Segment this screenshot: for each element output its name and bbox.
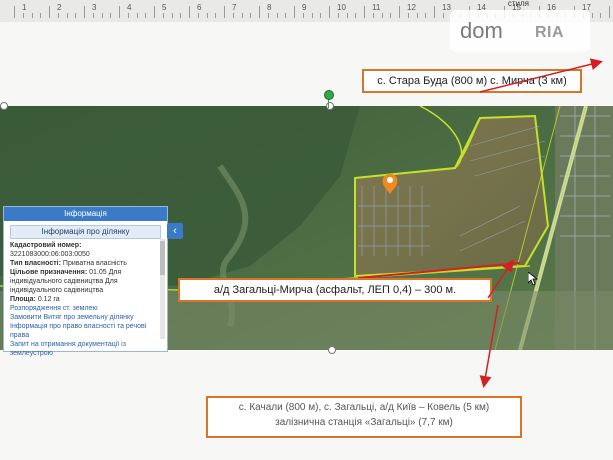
callout-bottom-line2: залізнична станція «Загальці» (7,7 км) [275,417,453,428]
ruler-tick [302,13,304,18]
ruler-tick [84,6,85,18]
purpose-label: Цільове призначення: [10,269,88,276]
resize-handle-top-left[interactable] [0,102,8,110]
ruler-tick [591,13,593,18]
ruler-number: 10 [337,3,346,12]
ruler-tick [57,13,59,18]
info-panel-subheader[interactable]: Інформація про ділянку [10,225,161,239]
ruler-tick [346,13,348,18]
ruler-tick [145,13,147,18]
resize-handle-bottom[interactable] [328,346,336,354]
ruler-tick [110,13,112,18]
ruler-tick [224,6,225,18]
ruler-tick [320,13,322,18]
ruler-tick [355,13,357,18]
callout-bottom-line1: с. Качали (800 м), с. Загальці, а/д Київ… [238,402,490,413]
ruler-tick [390,13,392,18]
ruler-tick [31,13,33,18]
ruler-tick [232,13,234,18]
ruler-tick [259,6,260,18]
ruler-tick [119,6,120,18]
ruler-tick [425,13,427,18]
chevron-left-icon[interactable]: ‹ [167,223,183,239]
ruler-tick [600,13,602,18]
ruler-tick [267,13,269,18]
panel-scrollbar-thumb[interactable] [160,241,165,275]
ruler-tick [127,13,129,18]
ruler-tick [276,13,278,18]
watermark-dom: dom [460,18,503,43]
ruler-tick [40,13,42,18]
parcel-info-panel: Інформація Інформація про ділянку Кадаст… [3,206,168,357]
ruler-tick [66,13,68,18]
ruler-number: 13 [442,3,451,12]
callout-bottom: с. Качали (800 м), с. Загальці, а/д Київ… [206,396,522,438]
ruler-tick [364,6,365,18]
info-panel-header: Інформація [4,207,167,221]
ruler-number: 11 [372,3,381,12]
area-label: Площа: [10,296,36,303]
ruler-tick [154,6,155,18]
cadastral-value: 3221083000:06:003:0050 [10,251,90,258]
watermark-logo: dom RIA [450,10,590,52]
ruler-tick [416,13,418,18]
ruler-tick [294,6,295,18]
ruler-tick [442,13,444,18]
ruler-number: 7 [232,3,237,12]
ruler-tick [399,6,400,18]
ownership-value: Приватна власність [62,260,127,267]
ruler-number: 2 [57,3,62,12]
ruler-tick [372,13,374,18]
ruler-tick [162,13,164,18]
ruler-tick [241,13,243,18]
disposal-link[interactable]: Розпорядження ст. землею [4,304,167,313]
ruler-tick [250,13,252,18]
ruler-number: 8 [267,3,272,12]
rotation-handle[interactable] [324,90,334,100]
ruler-tick [180,13,182,18]
ruler-number: 5 [162,3,167,12]
ruler-tick [49,6,50,18]
cadastral-label: Кадастровий номер: [10,242,82,249]
ruler-number: 3 [92,3,97,12]
ruler-tick [189,6,190,18]
ruler-number: 1 [22,3,27,12]
ruler-tick [14,6,15,18]
ruler-tick [329,6,330,18]
ruler-tick [285,13,287,18]
ruler-tick [337,13,339,18]
panel-scrollbar[interactable] [160,239,165,339]
ruler-tick [609,6,610,18]
ruler-tick [101,13,103,18]
ruler-tick [197,13,199,18]
ownership-label: Тип власності: [10,260,61,267]
callout-road: а/д Загальці-Мирча (асфальт, ЛЕП 0,4) – … [178,278,492,302]
ruler-tick [381,13,383,18]
ruler-tick [22,13,24,18]
ruler-tick [206,13,208,18]
documentation-request-link[interactable]: Запит на отримання документації із земле… [4,340,167,358]
ruler-tick [92,13,94,18]
ruler-tick [434,6,435,18]
mouse-cursor-icon [528,272,538,286]
ruler-tick [136,13,138,18]
ruler-tick [407,13,409,18]
ruler-tick [215,13,217,18]
ownership-info-link[interactable]: Інформація про право власності та речові… [4,322,167,340]
ruler-number: 4 [127,3,132,12]
ruler-number: 6 [197,3,202,12]
ruler-tick [311,13,313,18]
callout-top: с. Стара Буда (800 м) с. Мирча (3 км) [362,69,582,93]
ruler-tick [75,13,77,18]
order-extract-link[interactable]: Замовити Витяг про земельну ділянку [4,313,167,322]
ruler-number: 12 [407,3,416,12]
area-value: 0.12 га [37,296,60,303]
ruler-tick [171,13,173,18]
watermark-ria: RIA [535,24,565,41]
ruler-number: 9 [302,3,307,12]
